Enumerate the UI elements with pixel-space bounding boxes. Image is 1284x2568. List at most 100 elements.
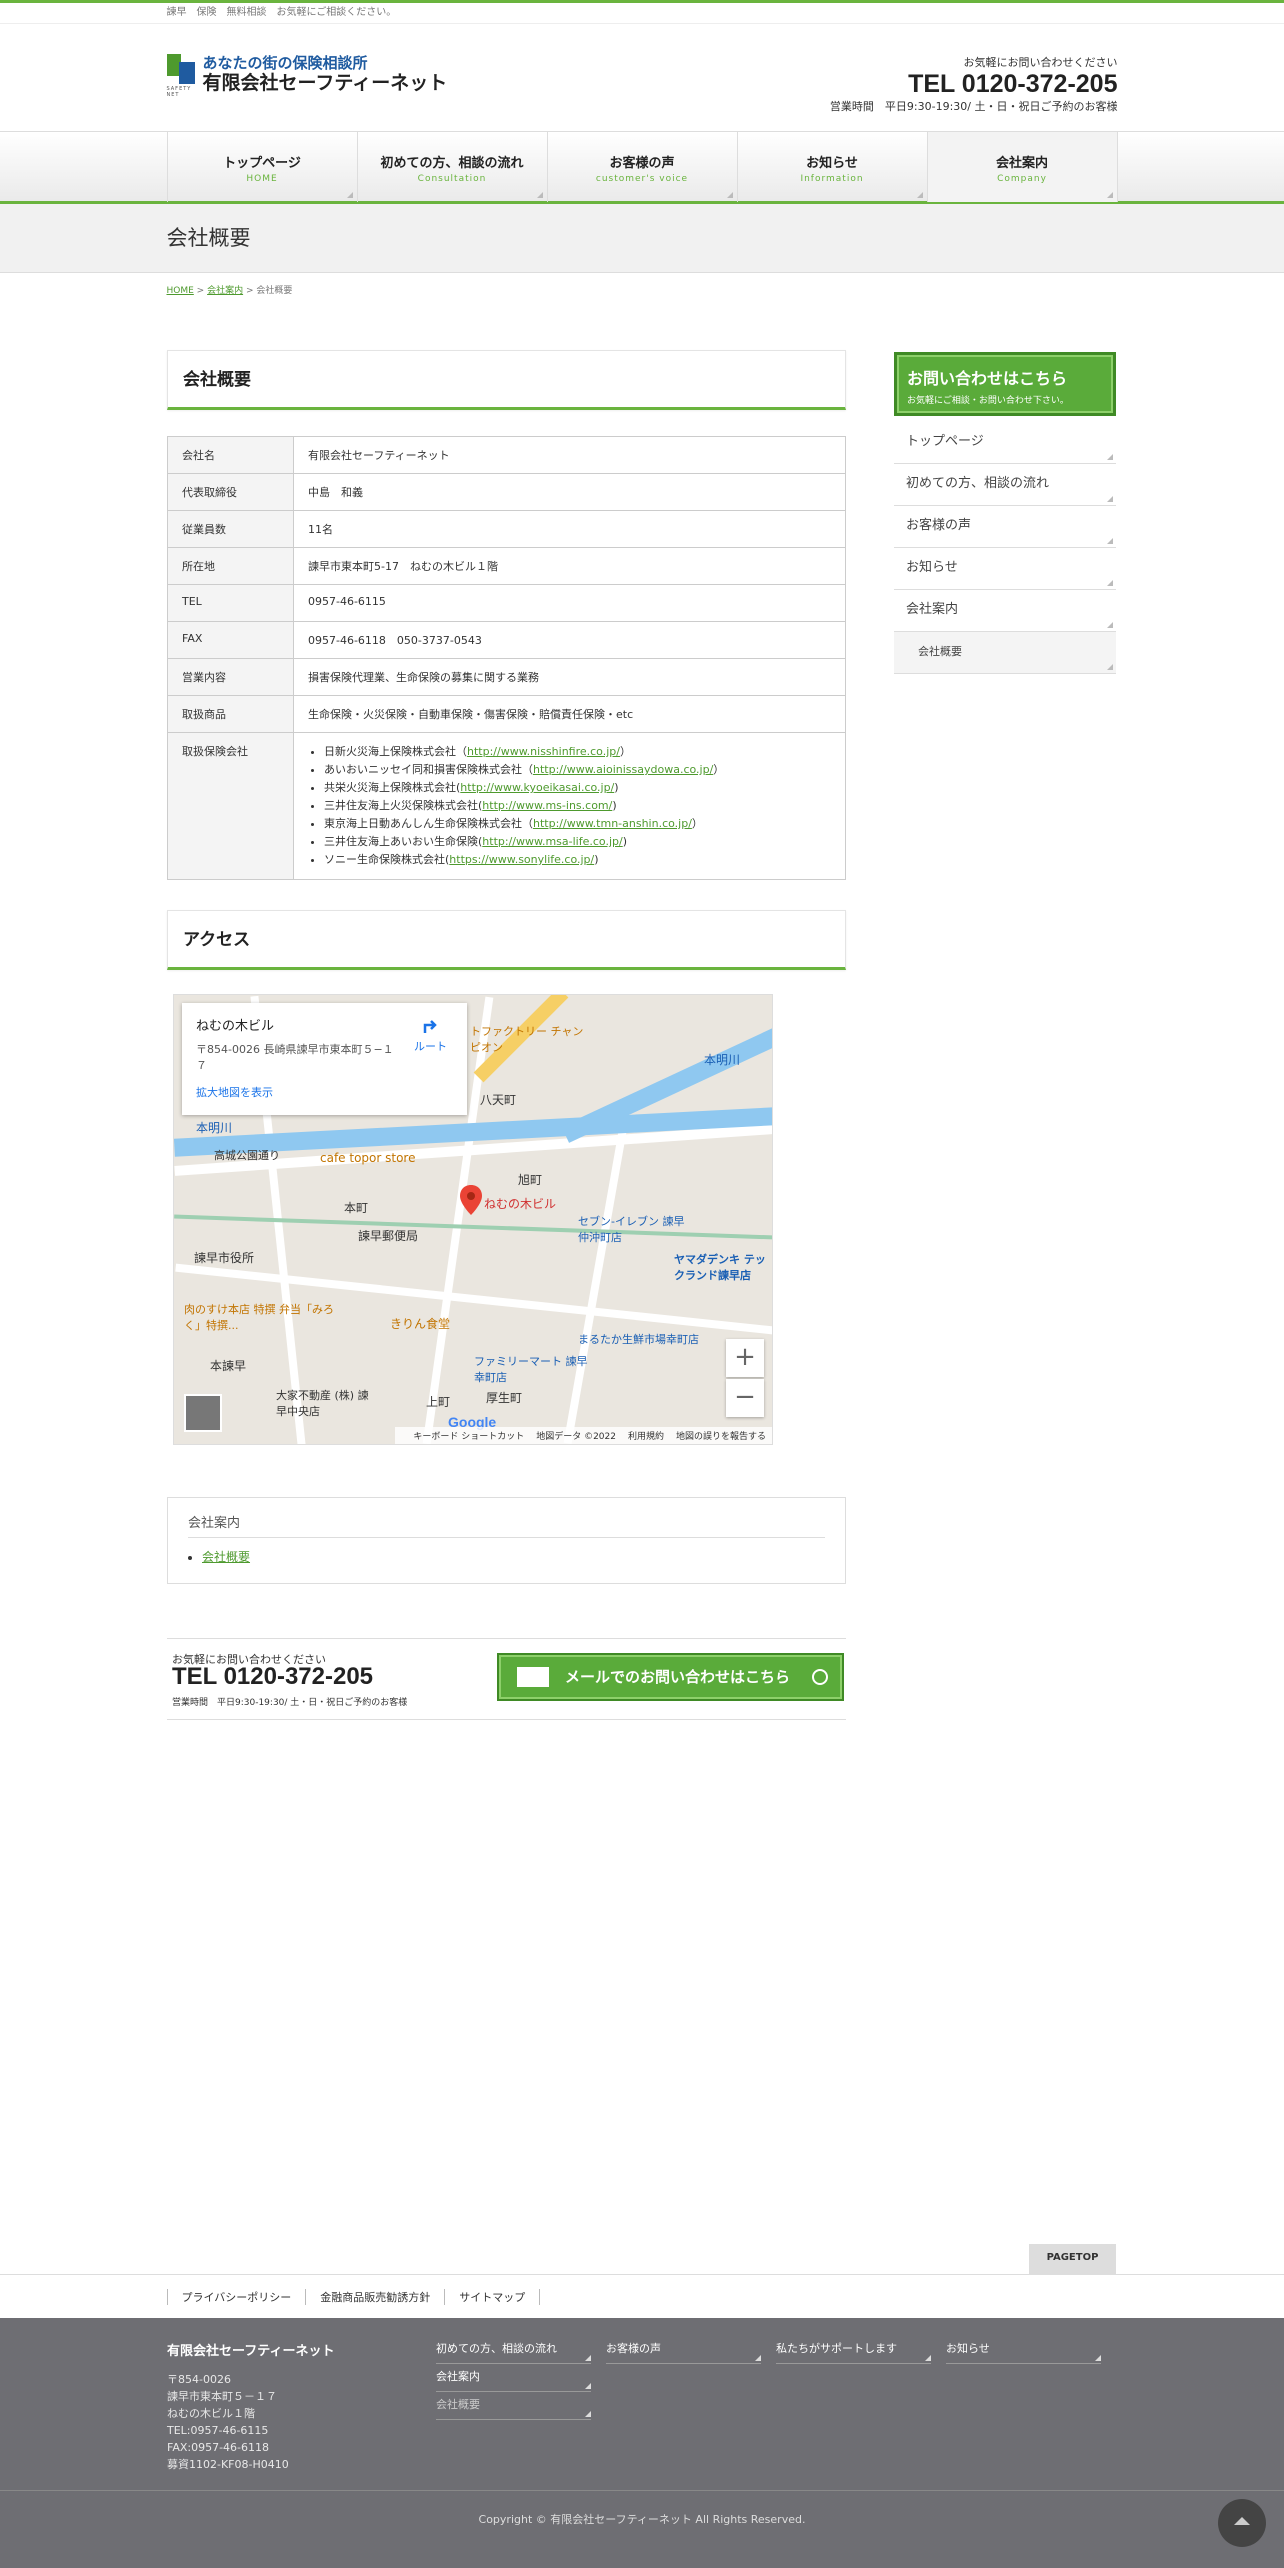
contact-hours: 営業時間 平日9:30-19:30/ 土・日・祝日ご予約のお客様 bbox=[172, 1698, 408, 1708]
map-pin-label: ねむの木ビル bbox=[484, 1197, 557, 1211]
insurer-link[interactable]: http://www.tmn-anshin.co.jp/ bbox=[533, 817, 692, 830]
scroll-top-button[interactable] bbox=[1218, 2499, 1266, 2547]
map-label: ファミリーマート 諫早幸町店 bbox=[474, 1355, 588, 1384]
mail-contact-button[interactable]: メールでのお問い合わせはこちら bbox=[497, 1653, 844, 1701]
map-info-window: ねむの木ビル 〒854-0026 長崎県諫早市東本町５−１７ 拡大地図を表示 ル… bbox=[182, 1003, 467, 1115]
list-item: 三井住友海上火災保険株式会社(http://www.ms-ins.com/) bbox=[324, 797, 831, 815]
table-row: 従業員数 11名 bbox=[167, 510, 846, 548]
map-label: 高城公園通り bbox=[214, 1149, 280, 1162]
map-zoom-in-button[interactable]: + bbox=[726, 1339, 764, 1377]
table-row: 取扱商品 生命保険・火災保険・自動車保険・傷害保険・賠償責任保険・etc bbox=[167, 695, 846, 733]
insurer-link[interactable]: http://www.nisshinfire.co.jp/ bbox=[467, 745, 620, 758]
insurer-link[interactable]: https://www.sonylife.co.jp/ bbox=[449, 853, 594, 866]
map-satellite-toggle[interactable] bbox=[184, 1394, 222, 1432]
map-pin-icon[interactable] bbox=[460, 1185, 482, 1215]
table-row: 所在地 諫早市東本町5-17 ねむの木ビル１階 bbox=[167, 547, 846, 585]
insurer-link[interactable]: http://www.ms-ins.com/ bbox=[482, 799, 612, 812]
logo-mark-icon: SAFETY NET bbox=[166, 54, 197, 98]
breadcrumb-current: 会社概要 bbox=[256, 286, 293, 296]
arrow-circle-icon bbox=[812, 1669, 828, 1685]
sidebar-item-home[interactable]: トップページ bbox=[894, 422, 1116, 464]
site-logo[interactable]: SAFETY NET あなたの街の保険相談所 有限会社セーフティーネット bbox=[166, 54, 448, 98]
logo-tagline: あなたの街の保険相談所 bbox=[202, 54, 368, 72]
table-row: 取扱保険会社 日新火災海上保険株式会社（http://www.nisshinfi… bbox=[167, 732, 846, 880]
breadcrumb-parent[interactable]: 会社案内 bbox=[207, 286, 243, 296]
footer-link-company-overview[interactable]: 会社概要 bbox=[436, 2396, 591, 2420]
sidebar-item-consultation[interactable]: 初めての方、相談の流れ bbox=[894, 464, 1116, 506]
footer-link-company[interactable]: 会社案内 bbox=[436, 2368, 591, 2392]
insurer-link[interactable]: http://www.kyoeikasai.co.jp/ bbox=[460, 781, 614, 794]
directions-icon bbox=[423, 1020, 437, 1033]
footer-link-support[interactable]: 私たちがサポートします bbox=[776, 2340, 931, 2364]
nav-item-home[interactable]: トップページ HOME bbox=[168, 132, 358, 202]
nav-item-voice[interactable]: お客様の声 customer's voice bbox=[548, 132, 738, 202]
breadcrumb-home[interactable]: HOME bbox=[167, 286, 194, 296]
company-table: 会社名 有限会社セーフティーネット 代表取締役 中島 和義 従業員数 11名 所在地諫… bbox=[167, 436, 846, 880]
map-label: 本明川 bbox=[704, 1053, 741, 1067]
subpage-nav-link[interactable]: 会社概要 bbox=[202, 1550, 250, 1564]
map-label: 上町 bbox=[426, 1395, 451, 1409]
map-label: 諫早市役所 bbox=[194, 1251, 255, 1265]
map-label: 肉のすけ本店 特撰 弁当「みろく」特撰... bbox=[184, 1303, 334, 1332]
footer-company-name: 有限会社セーフティーネット bbox=[167, 2344, 335, 2359]
sidebar-contact-button[interactable]: お問い合わせはこちら お気軽にご相談・お問い合わせ下さい。 bbox=[894, 352, 1116, 416]
sidebar-item-company[interactable]: 会社案内 bbox=[894, 590, 1116, 632]
map-label: まるたか生鮮市場幸町店 bbox=[578, 1333, 699, 1346]
header-tel[interactable]: TEL 0120-372-205 bbox=[830, 70, 1117, 98]
map-address: 〒854-0026 長崎県諫早市東本町５−１７ bbox=[196, 1043, 394, 1072]
map-label: 本町 bbox=[344, 1201, 369, 1215]
site-header: SAFETY NET あなたの街の保険相談所 有限会社セーフティーネット お気軽… bbox=[166, 24, 1118, 131]
map-label: 本明川 bbox=[196, 1121, 233, 1135]
map-zoom-out-button[interactable]: − bbox=[726, 1379, 764, 1417]
insurer-list: 日新火災海上保険株式会社（http://www.nisshinfire.co.j… bbox=[308, 743, 831, 869]
footer-company-info: 有限会社セーフティーネット 〒854-0026 諫早市東本町５－１７ ねむの木ビ… bbox=[167, 2340, 334, 2473]
map-label: きりん食堂 bbox=[390, 1317, 451, 1331]
map-label: 八天町 bbox=[480, 1093, 517, 1107]
subpage-nav-heading: 会社案内 bbox=[188, 1512, 825, 1538]
nav-item-company[interactable]: 会社案内 Company bbox=[927, 132, 1118, 202]
list-item: 三井住友海上あいおい生命保険(http://www.msa-life.co.jp… bbox=[324, 833, 831, 851]
footer-link-solicitation[interactable]: 金融商品販売勧誘方針 bbox=[305, 2289, 446, 2305]
global-nav: トップページ HOME 初めての方、相談の流れ Consultation お客様の声… bbox=[0, 131, 1284, 204]
map-label: トファクトリー チャンピオン bbox=[470, 1025, 584, 1054]
footer-link-consultation[interactable]: 初めての方、相談の流れ bbox=[436, 2340, 591, 2364]
breadcrumb: HOME > 会社案内 > 会社概要 bbox=[166, 286, 293, 296]
map-label: ヤマダデンキ テックランド諫早店 bbox=[674, 1253, 766, 1282]
nav-item-information[interactable]: お知らせ Information bbox=[738, 132, 928, 202]
contact-tel[interactable]: TEL 0120-372-205 bbox=[172, 1663, 373, 1691]
insurer-link[interactable]: http://www.aioinissaydowa.co.jp/ bbox=[533, 763, 713, 776]
map-report-link[interactable]: 地図の誤りを報告する bbox=[676, 1432, 766, 1442]
footer-link-privacy[interactable]: プライバシーポリシー bbox=[166, 2289, 307, 2305]
sidebar-item-information[interactable]: お知らせ bbox=[894, 548, 1116, 590]
table-row: 代表取締役 中島 和義 bbox=[167, 473, 846, 511]
main-content: 会社概要 会社名 有限会社セーフティーネット 代表取締役 中島 和義 従業員数 11名… bbox=[167, 350, 846, 1720]
map-data-credit: 地図データ ©2022 bbox=[536, 1432, 616, 1442]
pagetop-button[interactable]: PAGETOP bbox=[1029, 2244, 1116, 2274]
map-enlarge-link[interactable]: 拡大地図を表示 bbox=[196, 1084, 453, 1100]
table-row: 営業内容 損害保険代理業、生命保険の募集に関する業務 bbox=[167, 658, 846, 696]
sidebar-item-voice[interactable]: お客様の声 bbox=[894, 506, 1116, 548]
table-row: FAX 0957-46-6118 050-3737-0543 bbox=[167, 621, 846, 659]
top-bar-text: 諫早 保険 無料相談 お気軽にご相談ください。 bbox=[166, 7, 397, 18]
map-terms-link[interactable]: 利用規約 bbox=[628, 1432, 664, 1442]
google-map[interactable]: 八天町 本明川 本明川 トファクトリー チャンピオン 高城公園通り cafe t… bbox=[173, 994, 773, 1445]
map-label: 厚生町 bbox=[486, 1391, 523, 1405]
footer-link-sitemap[interactable]: サイトマップ bbox=[444, 2289, 541, 2305]
map-shortcuts-link[interactable]: キーボード ショートカット bbox=[413, 1432, 524, 1442]
envelope-icon bbox=[517, 1667, 549, 1687]
page-title-bar: 会社概要 bbox=[0, 204, 1284, 273]
subpage-nav: 会社案内 会社概要 bbox=[167, 1497, 846, 1584]
map-label: 諫早郵便局 bbox=[358, 1229, 419, 1243]
footer-link-information[interactable]: お知らせ bbox=[946, 2340, 1101, 2364]
page-title: 会社概要 bbox=[166, 226, 251, 250]
access-heading: アクセス bbox=[167, 910, 846, 970]
sidebar-item-company-overview[interactable]: 会社概要 bbox=[894, 632, 1116, 674]
footer-link-voice[interactable]: お客様の声 bbox=[606, 2340, 761, 2364]
map-label: 旭町 bbox=[518, 1173, 543, 1187]
nav-item-consultation[interactable]: 初めての方、相談の流れ Consultation bbox=[358, 132, 548, 202]
list-item: 日新火災海上保険株式会社（http://www.nisshinfire.co.j… bbox=[324, 743, 831, 761]
top-bar: 諫早 保険 無料相談 お気軽にご相談ください。 bbox=[0, 0, 1284, 24]
map-route-button[interactable]: ルート bbox=[414, 1017, 447, 1054]
logo-company-name: 有限会社セーフティーネット bbox=[202, 72, 448, 94]
insurer-link[interactable]: http://www.msa-life.co.jp/ bbox=[482, 835, 622, 848]
